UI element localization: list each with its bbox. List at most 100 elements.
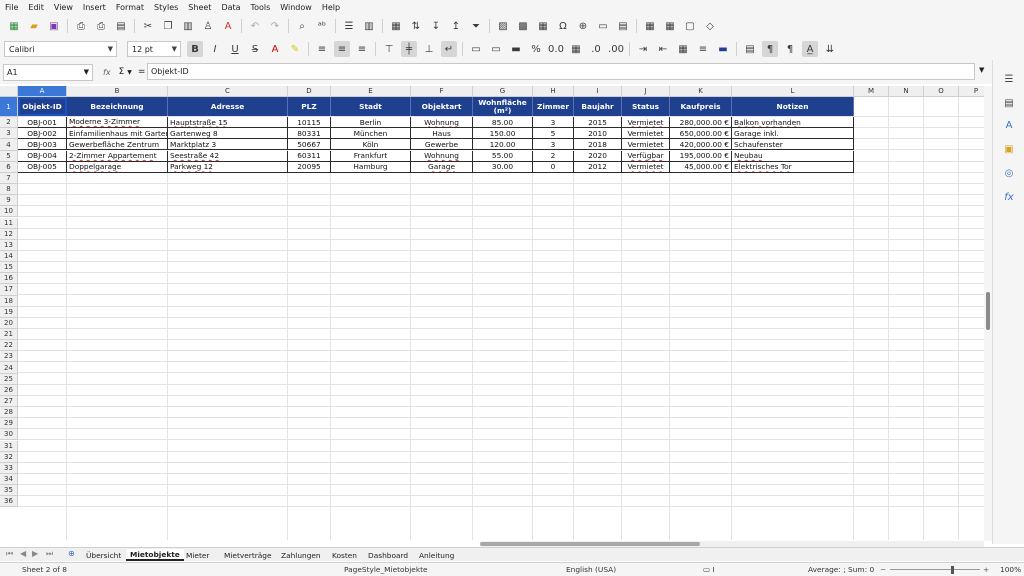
column-header-h[interactable]: H [533, 86, 574, 97]
header-cell[interactable]: Stadt [331, 97, 411, 116]
menu-item-tools[interactable]: Tools [251, 3, 271, 12]
cut-icon[interactable]: ✂ [140, 18, 156, 34]
table-cell[interactable]: Garage inkl. [732, 128, 854, 140]
table-cell[interactable]: Gewerbefläche Zentrum [67, 139, 168, 151]
align-center-icon[interactable]: ≡ [334, 41, 350, 57]
image-icon[interactable]: ▨ [495, 18, 511, 34]
table-cell[interactable]: 2 [533, 150, 574, 162]
column-header-n[interactable]: N [889, 86, 924, 97]
header-cell[interactable]: Wohnfläche (m²) [473, 97, 533, 116]
undo-icon[interactable]: ↶ [247, 18, 263, 34]
row-header-26[interactable]: 26 [0, 384, 18, 396]
row-header-8[interactable]: 8 [0, 184, 18, 196]
sheet-tab[interactable]: Dashboard [364, 549, 412, 561]
menu-item-view[interactable]: View [54, 3, 73, 12]
chart-icon[interactable]: ▩ [515, 18, 531, 34]
scroll-tabs-next-icon[interactable]: ▶ [32, 549, 38, 558]
stacked-text-icon[interactable]: ⇊ [822, 41, 838, 57]
decrease-indent-icon[interactable]: ⇤ [655, 41, 671, 57]
clone-formatting-icon[interactable]: ♙ [200, 18, 216, 34]
sort-ascending-icon[interactable]: ↧ [428, 18, 444, 34]
increase-indent-icon[interactable]: ⇥ [635, 41, 651, 57]
column-header-l[interactable]: L [732, 86, 854, 97]
table-cell[interactable]: 20095 [288, 161, 331, 173]
border-style-icon[interactable]: ≡ [695, 41, 711, 57]
decimal-format-button[interactable]: 0.0 [548, 41, 564, 57]
align-top-icon[interactable]: ⊤ [381, 41, 397, 57]
properties-icon[interactable]: ▤ [1002, 96, 1016, 110]
align-left-icon[interactable]: ≡ [314, 41, 330, 57]
pivot-table-icon[interactable]: ▦ [388, 18, 404, 34]
table-cell[interactable]: 80331 [288, 128, 331, 140]
row-header-18[interactable]: 18 [0, 295, 18, 307]
find-replace-icon[interactable]: ⌕ [294, 18, 310, 34]
pivot-icon[interactable]: ▦ [535, 18, 551, 34]
table-cell[interactable]: 280,000.00 € [670, 117, 732, 129]
strikethrough-icon[interactable]: S̶ [247, 41, 263, 57]
row-header-22[interactable]: 22 [0, 340, 18, 352]
row-header-12[interactable]: 12 [0, 228, 18, 240]
scroll-tabs-first-icon[interactable]: ⏮ [6, 549, 13, 559]
menu-item-file[interactable]: File [5, 3, 18, 12]
table-cell[interactable]: Wohnung [411, 150, 473, 162]
column-header-d[interactable]: D [288, 86, 331, 97]
row-header-11[interactable]: 11 [0, 217, 18, 229]
table-cell[interactable]: Hamburg [331, 161, 411, 173]
table-cell[interactable]: 5 [533, 128, 574, 140]
row-header-29[interactable]: 29 [0, 418, 18, 430]
sheet-tab[interactable]: Kosten [328, 549, 361, 561]
header-cell[interactable]: Objektart [411, 97, 473, 116]
header-cell[interactable]: Baujahr [574, 97, 622, 116]
export-pdf-icon[interactable]: ⎙ [73, 18, 89, 34]
menu-item-help[interactable]: Help [322, 3, 340, 12]
table-cell[interactable]: 10115 [288, 117, 331, 129]
table-cell[interactable]: 120.00 [473, 139, 533, 151]
table-cell[interactable]: 150.00 [473, 128, 533, 140]
table-cell[interactable]: Verfügbar [622, 150, 670, 162]
menu-item-edit[interactable]: Edit [28, 3, 44, 12]
row-header-5[interactable]: 5 [0, 150, 18, 162]
table-cell[interactable]: 3 [533, 117, 574, 129]
header-footer-icon[interactable]: ▤ [615, 18, 631, 34]
row-header-9[interactable]: 9 [0, 195, 18, 207]
percent-format-button[interactable]: % [528, 41, 544, 57]
formula-input[interactable]: Objekt-ID [147, 63, 975, 80]
paste-icon[interactable]: ▥ [180, 18, 196, 34]
header-cell[interactable]: Notizen [732, 97, 854, 116]
table-cell[interactable]: 55.00 [473, 150, 533, 162]
conditional-format-icon[interactable]: ▤ [742, 41, 758, 57]
table-cell[interactable]: Wohnung [411, 117, 473, 129]
column-header-g[interactable]: G [473, 86, 533, 97]
row-header-20[interactable]: 20 [0, 317, 18, 329]
sheet-tab[interactable]: Übersicht [82, 549, 125, 561]
show-draw-functions-icon[interactable]: ◇ [702, 18, 718, 34]
row-header-23[interactable]: 23 [0, 351, 18, 363]
sum-icon[interactable]: Σ [119, 67, 125, 77]
new-document-icon[interactable]: ▦ [6, 18, 22, 34]
wrap-text-icon[interactable]: ↵ [441, 41, 457, 57]
font-name-dropdown[interactable]: Calibri ▼ [4, 41, 117, 57]
table-cell[interactable]: Vermietet [622, 117, 670, 129]
underline-button[interactable]: U [227, 41, 243, 57]
highlight-color-icon[interactable]: ✎ [287, 41, 303, 57]
sheet-tab[interactable]: Mietverträge [220, 549, 276, 561]
table-cell[interactable]: 2020 [574, 150, 622, 162]
table-cell[interactable]: OBJ-001 [18, 117, 67, 129]
page-style[interactable]: PageStyle_Mietobjekte [344, 565, 428, 574]
header-cell[interactable]: Bezeichnung [67, 97, 168, 116]
freeze-rows-columns-icon[interactable]: ▦ [662, 18, 678, 34]
language[interactable]: English (USA) [566, 565, 616, 574]
hamburger-menu-icon[interactable]: ☰ [1002, 72, 1016, 86]
row-header-19[interactable]: 19 [0, 306, 18, 318]
border-color-icon[interactable]: ▬ [715, 41, 731, 57]
header-cell[interactable]: Objekt-ID [18, 97, 67, 116]
table-cell[interactable]: Berlin [331, 117, 411, 129]
gallery-icon[interactable]: ▣ [1002, 142, 1016, 156]
menu-item-data[interactable]: Data [221, 3, 240, 12]
table-cell[interactable]: 0 [533, 161, 574, 173]
font-size-dropdown[interactable]: 12 pt ▼ [127, 41, 181, 57]
save-icon[interactable]: ▣ [46, 18, 62, 34]
row-header-33[interactable]: 33 [0, 462, 18, 474]
redo-icon[interactable]: ↷ [267, 18, 283, 34]
left-to-right-icon[interactable]: ¶ [762, 41, 778, 57]
